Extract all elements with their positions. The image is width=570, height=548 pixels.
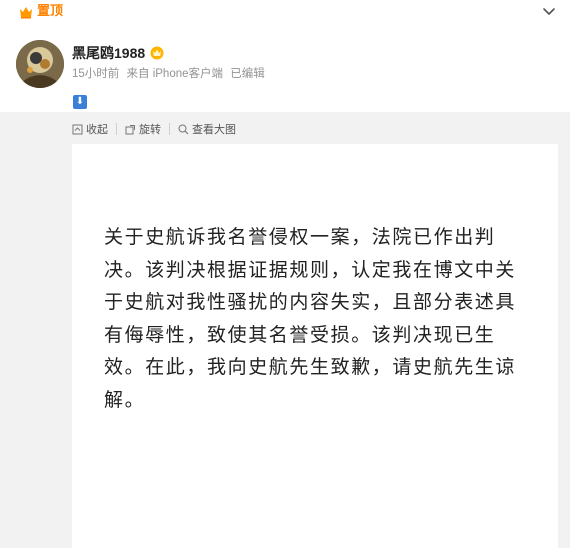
rotate-label: 旋转: [139, 124, 161, 136]
view-large-label: 查看大图: [192, 124, 236, 136]
collapse-button[interactable]: 收起: [72, 121, 108, 137]
post-time[interactable]: 15小时前: [72, 68, 119, 80]
pinned-bar: 置顶: [0, 0, 570, 28]
collapse-icon: [72, 124, 83, 134]
down-arrow-icon: ⬇: [73, 95, 87, 109]
rotate-icon: [125, 124, 135, 134]
avatar-image: [16, 40, 64, 88]
vip-crown-icon: [150, 46, 164, 60]
image-toolbar: 收起 旋转 查看大图: [72, 121, 236, 137]
rotate-button[interactable]: 旋转: [125, 121, 161, 137]
apology-statement-text: 关于史航诉我名誉侵权一案，法院已作出判决。该判决根据证据规则，认定我在博文中关于…: [104, 226, 517, 411]
pinned-indicator: 置顶: [18, 3, 63, 21]
collapse-label: 收起: [86, 124, 108, 136]
post-meta: 15小时前 来自 iPhone客户端 已编辑: [72, 67, 269, 81]
chevron-down-icon[interactable]: [542, 4, 556, 18]
image-watermark: [469, 516, 491, 528]
pinned-label: 置顶: [37, 4, 64, 19]
zoom-icon: [178, 124, 189, 134]
avatar[interactable]: [16, 40, 64, 88]
username[interactable]: 黑尾鸥1988: [72, 44, 145, 62]
post-source: 来自 iPhone客户端: [126, 68, 224, 80]
toolbar-divider: [116, 123, 117, 135]
view-large-button[interactable]: 查看大图: [178, 121, 236, 137]
crown-icon: [20, 7, 32, 19]
toolbar-divider: [169, 123, 170, 135]
edited-label[interactable]: 已编辑: [230, 68, 265, 80]
